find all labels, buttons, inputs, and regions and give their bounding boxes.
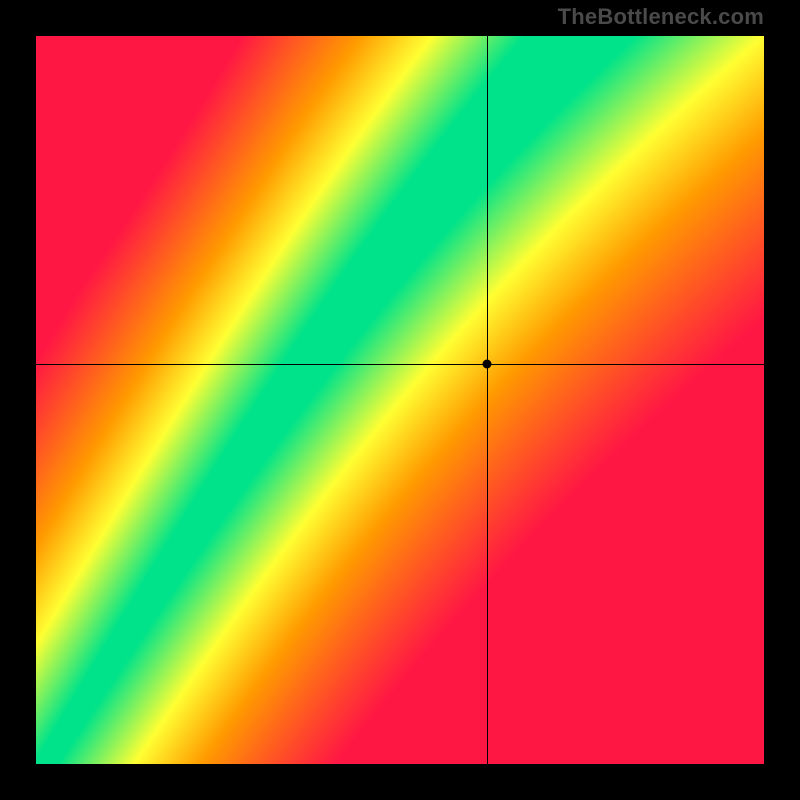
crosshair-vertical [487, 0, 488, 800]
data-point-marker [483, 359, 492, 368]
watermark-text: TheBottleneck.com [558, 4, 764, 30]
chart-frame: TheBottleneck.com [0, 0, 800, 800]
crosshair-horizontal [0, 364, 800, 365]
bottleneck-heatmap [36, 36, 764, 764]
